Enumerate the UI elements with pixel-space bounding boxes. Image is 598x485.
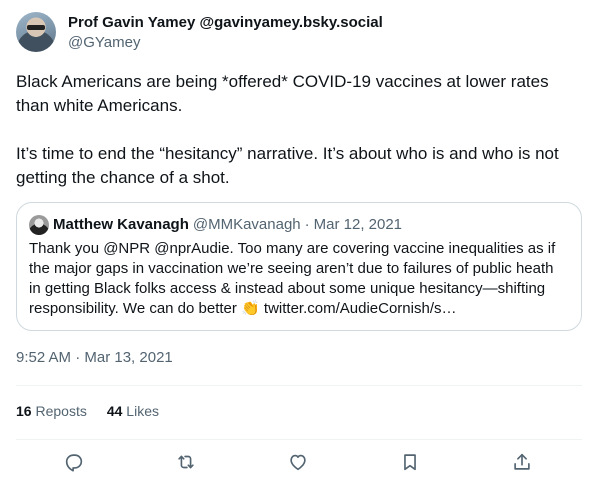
like-icon bbox=[290, 454, 306, 471]
quoted-separator: · bbox=[304, 216, 310, 233]
reposts-label: Reposts bbox=[35, 403, 87, 419]
author-avatar[interactable] bbox=[16, 12, 56, 52]
quoted-tweet-text: Thank you @NPR @nprAudie. Too many are c… bbox=[29, 239, 569, 319]
reposts-count: 16 bbox=[16, 403, 32, 419]
tweet-timestamp[interactable]: 9:52 AM · Mar 13, 2021 bbox=[16, 348, 173, 368]
reply-icon bbox=[65, 454, 83, 472]
tweet-paragraph-2: It’s time to end the “hesitancy” narrati… bbox=[16, 144, 559, 187]
tweet-paragraph-1: Black Americans are being *offered* COVI… bbox=[16, 72, 549, 115]
quoted-author-handle: @MMKavanagh bbox=[192, 216, 301, 233]
likes-count: 44 bbox=[106, 403, 123, 419]
likes-stat[interactable]: 44 Likes bbox=[107, 402, 159, 420]
reply-button[interactable] bbox=[62, 450, 86, 474]
share-button[interactable] bbox=[510, 450, 534, 474]
tweet-header: Prof Gavin Yamey @gavinyamey.bsky.social… bbox=[16, 12, 383, 53]
author-names: Prof Gavin Yamey @gavinyamey.bsky.social… bbox=[68, 13, 383, 53]
engagement-stats: 16 Reposts 44 Likes bbox=[16, 402, 179, 420]
repost-button[interactable] bbox=[174, 450, 198, 474]
quoted-tweet-header: Matthew Kavanagh @MMKavanagh · Mar 12, 2… bbox=[29, 215, 569, 235]
quoted-date: Mar 12, 2021 bbox=[313, 216, 403, 233]
author-display-name[interactable]: Prof Gavin Yamey @gavinyamey.bsky.social bbox=[68, 13, 383, 33]
share-icon bbox=[514, 453, 530, 470]
author-handle[interactable]: @GYamey bbox=[68, 33, 383, 53]
clapping-hands-emoji: 👏 bbox=[241, 300, 260, 317]
divider bbox=[16, 385, 582, 386]
reposts-stat[interactable]: 16 Reposts bbox=[16, 402, 87, 420]
bookmark-icon bbox=[404, 454, 416, 471]
quoted-author-avatar bbox=[29, 215, 49, 235]
quoted-tweet[interactable]: Matthew Kavanagh @MMKavanagh · Mar 12, 2… bbox=[16, 202, 582, 331]
bookmark-button[interactable] bbox=[398, 450, 422, 474]
action-bar bbox=[0, 448, 598, 476]
like-button[interactable] bbox=[286, 450, 310, 474]
quoted-author-name: Matthew Kavanagh bbox=[53, 216, 189, 233]
divider bbox=[16, 439, 582, 440]
likes-label: Likes bbox=[126, 403, 159, 419]
quoted-link[interactable]: twitter.com/AudieCornish/s… bbox=[264, 300, 457, 317]
tweet-text: Black Americans are being *offered* COVI… bbox=[16, 70, 576, 214]
repost-icon bbox=[178, 455, 194, 469]
